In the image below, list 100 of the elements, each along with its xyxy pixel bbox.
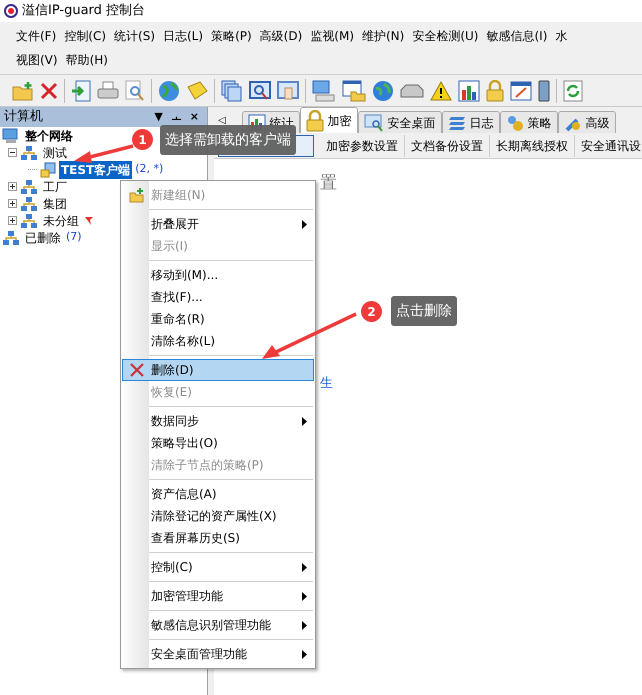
menu-item[interactable]: 敏感信息识别管理功能 xyxy=(122,614,314,636)
monitor-document-icon[interactable] xyxy=(277,80,299,102)
menu-item[interactable]: 策略(P) xyxy=(207,27,256,45)
menu-item[interactable]: 安全桌面管理功能 xyxy=(122,643,314,665)
submenu-arrow-icon xyxy=(302,562,307,572)
notepad-icon[interactable] xyxy=(510,80,532,100)
menu-item[interactable]: 帮助(H) xyxy=(62,51,112,69)
close-icon[interactable]: × xyxy=(190,108,199,126)
tree-item[interactable]: 已删除 xyxy=(23,228,63,246)
menu-item[interactable]: 统计(S) xyxy=(110,27,159,45)
menu-item[interactable]: 策略导出(O) xyxy=(122,432,314,454)
expander-icon[interactable] xyxy=(8,199,17,208)
expander-icon[interactable] xyxy=(8,182,17,191)
sub-tab[interactable]: 加密参数设置 xyxy=(320,134,405,156)
windows-stack-icon[interactable] xyxy=(221,80,243,102)
submenu-arrow-icon xyxy=(302,650,307,658)
menu-item[interactable]: 维护(N) xyxy=(358,27,408,45)
menu-item[interactable]: 重命名(R) xyxy=(122,308,314,330)
pane-title: 计算机 xyxy=(4,108,44,126)
window-title: 溢信IP-guard 控制台 xyxy=(22,2,146,20)
menu-item[interactable]: 控制(C) xyxy=(122,556,314,578)
menu-item[interactable]: 查看屏幕历史(S) xyxy=(122,527,314,549)
tree-item[interactable]: 集团 xyxy=(41,194,69,212)
drive-icon[interactable] xyxy=(400,84,424,98)
menu-item[interactable]: 加密管理功能 xyxy=(122,585,314,607)
menu-item[interactable]: 移动到(M)... xyxy=(122,264,314,286)
folder-add-icon xyxy=(129,188,145,202)
tab[interactable]: 加密 xyxy=(300,107,358,133)
padlock-icon[interactable] xyxy=(486,80,504,102)
sub-tab[interactable]: 文档备份设置 xyxy=(405,134,490,156)
globe-icon[interactable] xyxy=(372,80,394,102)
scroll-left-button[interactable]: ◁ xyxy=(218,112,226,128)
tab[interactable]: 策略 xyxy=(500,111,558,133)
menu-item[interactable]: 清除登记的资产属性(X) xyxy=(122,505,314,527)
network-group-icon xyxy=(20,178,38,194)
page-search-icon[interactable] xyxy=(125,80,145,102)
tab[interactable]: 日志 xyxy=(442,111,500,133)
menu-item[interactable]: 敏感信息(I) xyxy=(482,27,552,45)
delete-icon[interactable] xyxy=(40,82,58,100)
refresh-icon[interactable] xyxy=(563,80,583,102)
monitor-search-icon xyxy=(364,114,384,132)
expander-icon[interactable] xyxy=(8,216,17,225)
warning-icon[interactable] xyxy=(430,80,452,100)
menu-item[interactable]: 监视(M) xyxy=(306,27,358,45)
window-folder-icon[interactable] xyxy=(342,80,366,102)
menu-item[interactable]: 折叠展开 xyxy=(122,213,314,235)
tab[interactable]: 高级 xyxy=(558,111,616,133)
expander-icon[interactable] xyxy=(8,148,17,157)
tab[interactable]: 安全桌面 xyxy=(358,111,442,133)
submenu-arrow-icon xyxy=(302,592,307,600)
menu-item[interactable]: 删除(D) xyxy=(122,359,314,381)
tree-item[interactable]: 工厂 xyxy=(41,178,69,196)
menu-item[interactable]: 资产信息(A) xyxy=(122,483,314,505)
tree-item[interactable]: 测试 xyxy=(41,144,69,162)
phone-icon[interactable] xyxy=(538,80,550,102)
sub-tab[interactable]: 长期离线授权 xyxy=(490,134,575,156)
sub-tab[interactable]: 安全通讯设 xyxy=(575,134,642,156)
callout-tooltip: 选择需卸载的客户端 xyxy=(160,125,296,155)
computer-icon[interactable] xyxy=(312,80,336,102)
locked-computer-icon xyxy=(40,162,56,178)
delete-icon xyxy=(130,363,144,377)
menu-item[interactable]: 日志(L) xyxy=(159,27,208,45)
import-icon[interactable] xyxy=(71,80,91,102)
menu-item[interactable]: 水 xyxy=(551,27,572,45)
network-group-icon xyxy=(20,212,38,228)
dropdown-icon[interactable]: ▼ xyxy=(154,108,163,126)
bar-chart-icon[interactable] xyxy=(458,80,480,102)
pin-icon[interactable]: ㅗ xyxy=(170,108,182,126)
submenu-arrow-icon xyxy=(302,220,307,228)
padlock-icon xyxy=(306,110,324,132)
network-group-icon xyxy=(20,196,38,212)
menu-item[interactable]: 视图(V) xyxy=(12,51,62,69)
menu-item[interactable]: 文件(F) xyxy=(12,27,60,45)
link[interactable]: 生 xyxy=(320,374,333,394)
item-count: (2, *) xyxy=(135,161,164,178)
tree-item[interactable]: 未分组 xyxy=(41,212,81,230)
tree-item[interactable]: TEST客户端 xyxy=(59,160,132,178)
stack-icon xyxy=(448,114,466,130)
arrow xyxy=(74,144,134,163)
network-group-icon xyxy=(2,230,20,246)
network-icon xyxy=(2,128,20,144)
menu-item[interactable]: 数据同步 xyxy=(122,410,314,432)
app-logo-icon xyxy=(4,4,18,18)
tree-item[interactable]: 整个网络 xyxy=(23,126,75,144)
item-count: (7) xyxy=(66,229,82,246)
menu-item[interactable]: 查找(F)... xyxy=(122,286,314,308)
menu-item[interactable]: 清除名称(L) xyxy=(122,330,314,352)
globe-icon[interactable] xyxy=(158,80,180,102)
section-heading: 置 xyxy=(320,172,337,195)
monitor-search-icon[interactable] xyxy=(249,80,271,102)
network-group-icon xyxy=(20,144,38,160)
callout-tooltip: 点击删除 xyxy=(391,296,457,326)
printer-icon[interactable] xyxy=(97,80,119,100)
submenu-arrow-icon xyxy=(302,620,307,630)
folder-add-icon[interactable] xyxy=(12,80,34,100)
menu-item[interactable]: 控制(C) xyxy=(60,27,110,45)
step-number-badge: 1 xyxy=(132,129,153,150)
menu-item[interactable]: 安全检测(U) xyxy=(408,27,482,45)
submenu-arrow-icon xyxy=(302,416,307,426)
menu-item[interactable]: 高级(D) xyxy=(256,27,306,45)
